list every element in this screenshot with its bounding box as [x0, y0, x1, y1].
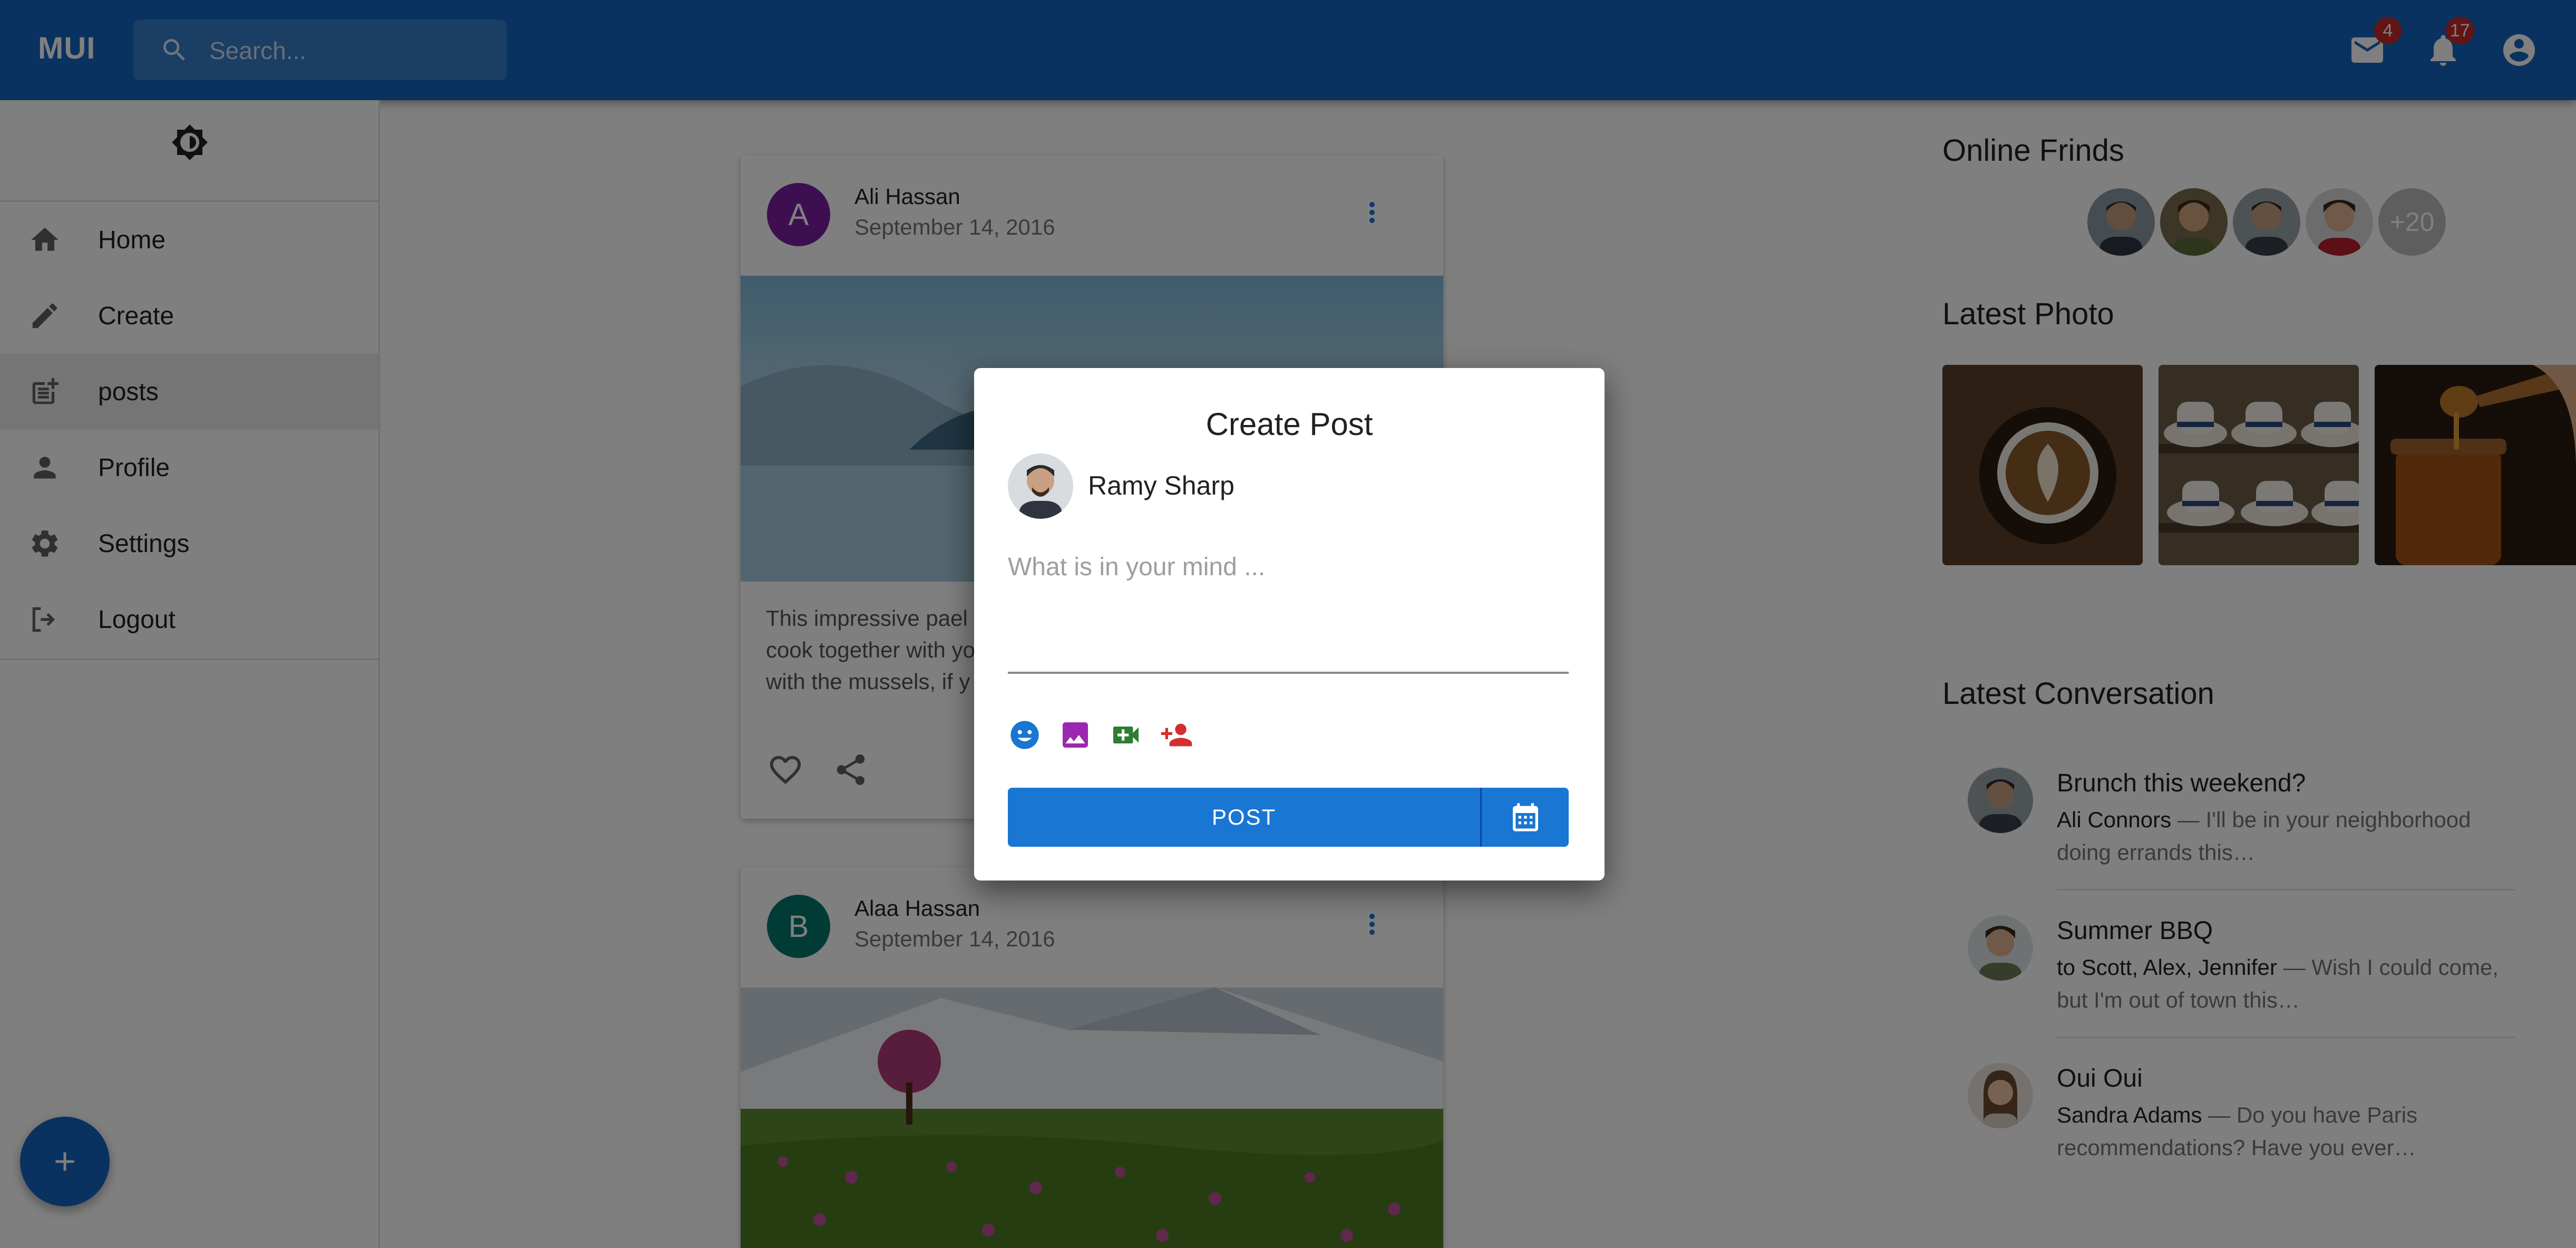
schedule-button[interactable] — [1480, 788, 1569, 847]
emoji-icon — [1010, 721, 1039, 749]
create-post-dialog: Create Post Ramy Sharp POST — [974, 368, 1605, 881]
video-icon — [1113, 727, 1139, 743]
video-button[interactable] — [1107, 716, 1145, 754]
calendar-icon — [1512, 803, 1538, 831]
tag-person-button[interactable] — [1158, 716, 1195, 754]
image-icon — [1063, 722, 1088, 748]
dialog-title: Create Post — [1206, 407, 1373, 442]
dialog-user-name: Ramy Sharp — [1088, 471, 1234, 500]
person-add-icon — [1161, 723, 1192, 747]
post-text-input[interactable] — [1008, 553, 1569, 658]
image-button[interactable] — [1056, 716, 1094, 754]
post-button[interactable]: POST — [1008, 788, 1480, 847]
input-underline — [1008, 672, 1569, 674]
avatar — [1008, 453, 1073, 519]
emoji-button[interactable] — [1006, 716, 1044, 754]
